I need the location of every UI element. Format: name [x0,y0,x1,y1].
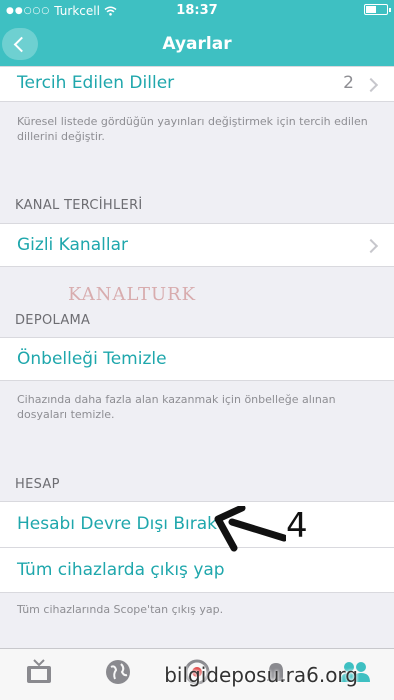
clear-cache-row[interactable]: Önbelleği Temizle [0,337,394,381]
globe-icon [106,660,130,684]
hidden-channels-row[interactable]: Gizli Kanallar [0,223,394,267]
deactivate-account-label: Hesabı Devre Dışı Bırak [17,514,217,534]
deactivate-account-row[interactable]: Hesabı Devre Dışı Bırak [0,501,394,547]
hidden-channels-label: Gizli Kanallar [17,235,128,255]
status-bar: ●●○○○ Turkcell 18:37 [0,0,394,22]
tab-tv[interactable] [19,657,59,693]
watermark-logo: KANALTURK [68,284,197,305]
annotation-arrow-icon [214,506,286,552]
preferred-languages-row[interactable]: Tercih Edilen Diller 2 [0,66,394,102]
logout-all-devices-label: Tüm cihazlarda çıkış yap [17,560,225,580]
logout-note: Tüm cihazlarında Scope'tan çıkış yap. [17,603,224,616]
status-time: 18:37 [176,3,218,18]
preferred-languages-count: 2 [343,73,354,93]
annotation-number: 4 [286,506,308,546]
languages-note: Küresel listede gördüğün yayınları değiş… [17,115,368,143]
page-title: Ayarlar [162,34,232,54]
clear-cache-note: Cihazında daha fazla alan kazanmak için … [17,393,336,421]
chevron-right-icon [363,238,379,254]
clear-cache-label: Önbelleği Temizle [17,349,167,369]
chevron-right-icon [363,77,379,93]
channel-preferences-header: KANAL TERCİHLERİ [15,198,143,213]
account-header: HESAP [15,477,60,492]
tab-global[interactable] [98,657,138,693]
battery-icon [364,4,391,15]
navigation-bar: ●●○○○ Turkcell 18:37 Ayarlar [0,0,394,66]
preferred-languages-label: Tercih Edilen Diller [17,73,175,93]
site-watermark: bilgideposu.ra6.org [164,663,358,687]
logout-all-devices-row[interactable]: Tüm cihazlarda çıkış yap [0,547,394,593]
storage-header: DEPOLAMA [15,313,91,328]
tv-icon [27,659,51,683]
